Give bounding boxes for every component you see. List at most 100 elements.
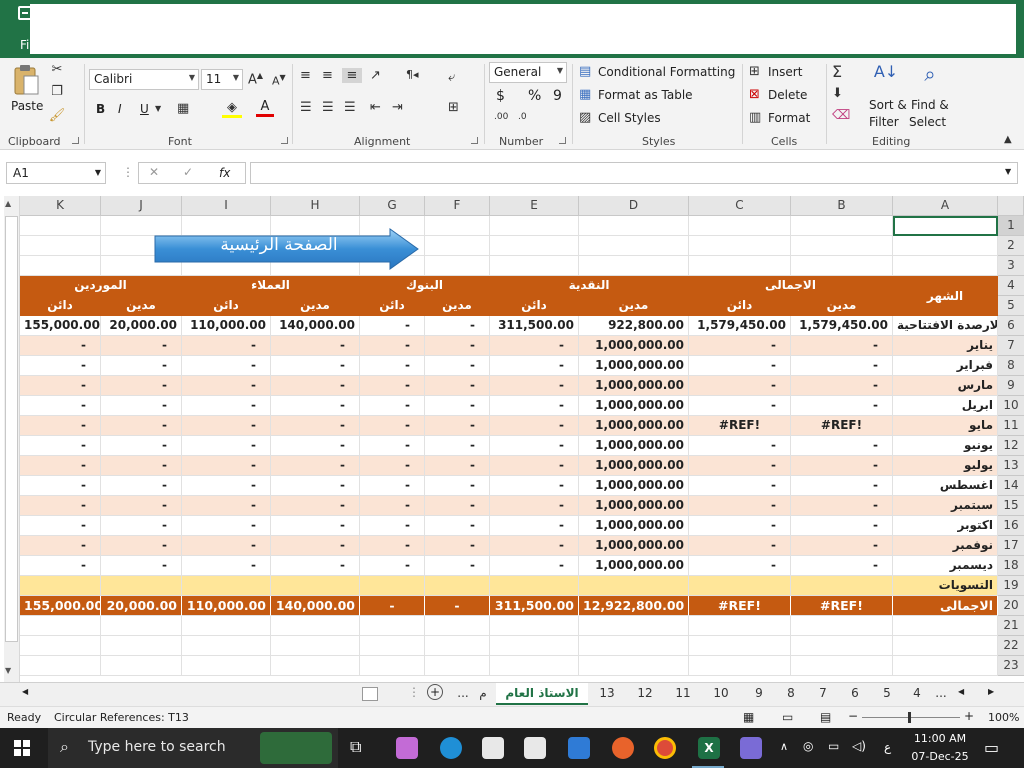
ledger-cell[interactable]: -: [425, 476, 490, 496]
ledger-cell[interactable]: -: [182, 516, 271, 536]
ledger-month[interactable]: نوفمبر: [893, 536, 998, 556]
row-header[interactable]: 6: [998, 316, 1024, 336]
ledger-cell[interactable]: -: [20, 496, 101, 516]
ledger-cell[interactable]: -: [689, 436, 791, 456]
ledger-cell[interactable]: -: [101, 476, 182, 496]
grid-cell[interactable]: [101, 636, 182, 656]
row-header[interactable]: 11: [998, 416, 1024, 436]
hscroll-thumb[interactable]: [362, 687, 378, 701]
ledger-cell[interactable]: -: [791, 496, 893, 516]
scroll-up-icon[interactable]: ▲: [5, 199, 11, 208]
merge-center-icon[interactable]: ⊞: [448, 100, 459, 115]
ledger-cell[interactable]: -: [689, 396, 791, 416]
ledger-cell[interactable]: -: [360, 356, 425, 376]
ledger-month[interactable]: يناير: [893, 336, 998, 356]
grid-cell[interactable]: [579, 656, 689, 676]
task-view-icon[interactable]: ⧉: [350, 737, 372, 759]
grid-cell[interactable]: [791, 616, 893, 636]
row-header[interactable]: 5: [998, 296, 1024, 316]
ledger-cell[interactable]: 1,579,450.00: [689, 316, 791, 336]
adjustment-cell[interactable]: [20, 576, 101, 596]
ledger-month[interactable]: الارصدة الافتتاحية: [893, 316, 998, 336]
copy-icon[interactable]: ❐: [48, 84, 66, 99]
ledger-cell[interactable]: 922,800.00: [579, 316, 689, 336]
expand-formula-icon[interactable]: ▼: [1005, 167, 1011, 176]
grid-cell[interactable]: [20, 656, 101, 676]
adjustment-cell[interactable]: [579, 576, 689, 596]
ledger-cell[interactable]: -: [182, 456, 271, 476]
ledger-month[interactable]: مارس: [893, 376, 998, 396]
number-launcher-icon[interactable]: [559, 137, 566, 144]
grid-cell[interactable]: [689, 656, 791, 676]
grid-cell[interactable]: [425, 616, 490, 636]
find-select-icon[interactable]: ⌕: [914, 62, 946, 86]
zoom-slider-handle[interactable]: [908, 712, 911, 723]
volume-icon[interactable]: ◁): [852, 739, 866, 753]
ledger-cell[interactable]: -: [689, 516, 791, 536]
ledger-cell[interactable]: -: [490, 496, 579, 516]
ledger-cell[interactable]: -: [425, 356, 490, 376]
underline-button[interactable]: U: [140, 102, 149, 116]
fill-icon[interactable]: ⬇: [832, 86, 843, 101]
insert-button[interactable]: Insert: [768, 65, 802, 79]
grid-cell[interactable]: [20, 236, 101, 256]
vertical-scroll-thumb[interactable]: [5, 216, 18, 642]
chevron-down-icon[interactable]: ▼: [155, 104, 161, 113]
font-color-icon[interactable]: A: [256, 99, 274, 117]
grid-cell[interactable]: [182, 656, 271, 676]
ledger-cell[interactable]: 1,000,000.00: [579, 476, 689, 496]
normal-view-icon[interactable]: ▦: [743, 710, 754, 724]
sheet-tab[interactable]: 5: [872, 683, 902, 705]
zoom-slider[interactable]: [862, 717, 960, 718]
tray-chevron-icon[interactable]: ∧: [780, 740, 788, 753]
sheet-tab-more[interactable]: ...: [930, 683, 952, 705]
ledger-cell[interactable]: -: [182, 376, 271, 396]
format-cells-icon[interactable]: ▥: [749, 110, 761, 125]
outlook-icon[interactable]: [568, 737, 590, 759]
store-icon[interactable]: [482, 737, 504, 759]
wrap-text-icon[interactable]: ⤶: [448, 70, 455, 85]
taskbar-search[interactable]: ⌕ Type here to search: [48, 728, 338, 768]
ledger-cell[interactable]: -: [182, 496, 271, 516]
file-tab[interactable]: Fi: [20, 38, 29, 52]
ledger-cell[interactable]: -: [101, 496, 182, 516]
grid-cell[interactable]: [893, 616, 998, 636]
sheet-tab[interactable]: 11: [668, 683, 698, 705]
column-header[interactable]: I: [182, 196, 271, 216]
cell-styles-button[interactable]: Cell Styles: [598, 111, 661, 125]
total-cell[interactable]: 155,000.00: [20, 596, 101, 616]
microsoft-store-icon[interactable]: [524, 737, 546, 759]
grid-cell[interactable]: [425, 636, 490, 656]
ledger-cell[interactable]: -: [101, 416, 182, 436]
format-as-table-icon[interactable]: ▦: [579, 87, 591, 102]
total-cell[interactable]: 12,922,800.00: [579, 596, 689, 616]
ledger-cell[interactable]: -: [490, 476, 579, 496]
find-select-button-line2[interactable]: Select: [909, 115, 946, 129]
sheet-tab[interactable]: 13: [592, 683, 622, 705]
italic-button[interactable]: I: [118, 102, 122, 116]
ledger-cell[interactable]: #REF!: [689, 416, 791, 436]
total-cell[interactable]: #REF!: [791, 596, 893, 616]
align-center-icon[interactable]: ☰: [322, 100, 334, 115]
insert-cells-icon[interactable]: ⊞: [749, 64, 760, 79]
ledger-cell[interactable]: 20,000.00: [101, 316, 182, 336]
grid-cell[interactable]: [893, 636, 998, 656]
chevron-down-icon[interactable]: ▼: [95, 168, 101, 177]
notification-icon[interactable]: ▭: [984, 738, 999, 757]
ledger-cell[interactable]: -: [425, 556, 490, 576]
total-cell[interactable]: 110,000.00: [182, 596, 271, 616]
total-label[interactable]: الاجمالى: [893, 596, 998, 616]
spreadsheet-grid[interactable]: K J I H G F E D C B A 1 2 3 4 5 6 7 8 9 10 11 12 13 14 15 16 17 18 19…: [20, 196, 1024, 682]
row-header[interactable]: 18: [998, 556, 1024, 576]
sheet-tab-ellipsis[interactable]: ...: [452, 683, 474, 705]
sheet-tab[interactable]: 4: [902, 683, 932, 705]
grid-cell[interactable]: [271, 656, 360, 676]
grid-cell[interactable]: [271, 616, 360, 636]
grid-cell[interactable]: [360, 636, 425, 656]
conditional-formatting-icon[interactable]: ▤: [579, 64, 591, 79]
ledger-cell[interactable]: -: [791, 436, 893, 456]
ledger-cell[interactable]: -: [271, 376, 360, 396]
ledger-cell[interactable]: -: [101, 516, 182, 536]
scroll-left-icon[interactable]: ◀: [22, 687, 28, 696]
row-header[interactable]: 16: [998, 516, 1024, 536]
